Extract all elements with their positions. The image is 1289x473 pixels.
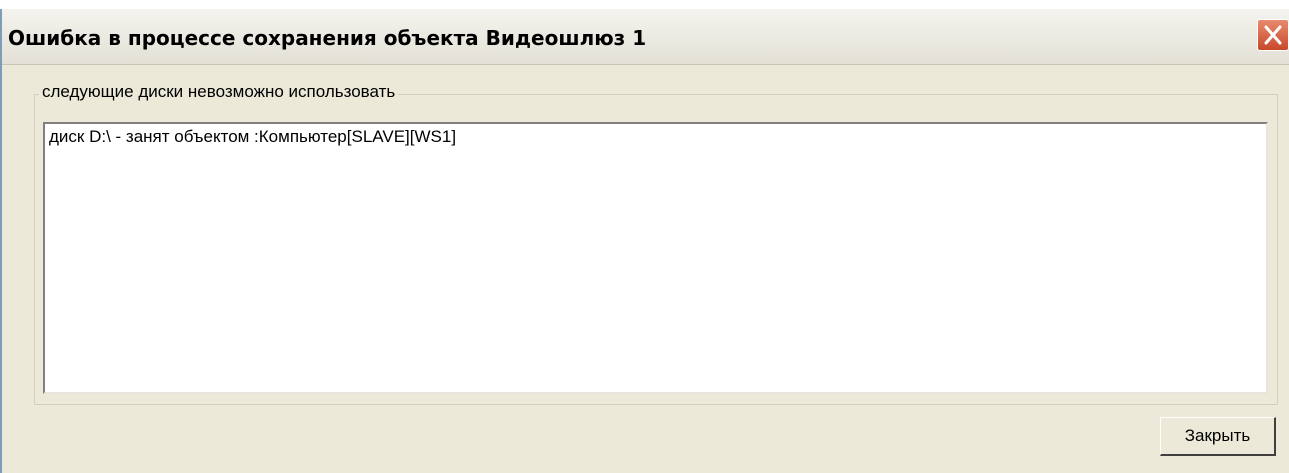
close-icon[interactable] [1257,19,1289,51]
disk-list[interactable]: диск D:\ - занят объектом :Компьютер[SLA… [43,122,1268,394]
list-item[interactable]: диск D:\ - занят объектом :Компьютер[SLA… [49,127,456,147]
window-title: Ошибка в процессе сохранения объекта Вид… [8,26,647,50]
close-button[interactable]: Закрыть [1160,417,1276,456]
unavailable-disks-group: следующие диски невозможно использовать … [34,82,1278,405]
title-bar[interactable]: Ошибка в процессе сохранения объекта Вид… [2,9,1289,65]
error-dialog: Ошибка в процессе сохранения объекта Вид… [0,9,1289,473]
group-label: следующие диски невозможно использовать [39,82,399,102]
